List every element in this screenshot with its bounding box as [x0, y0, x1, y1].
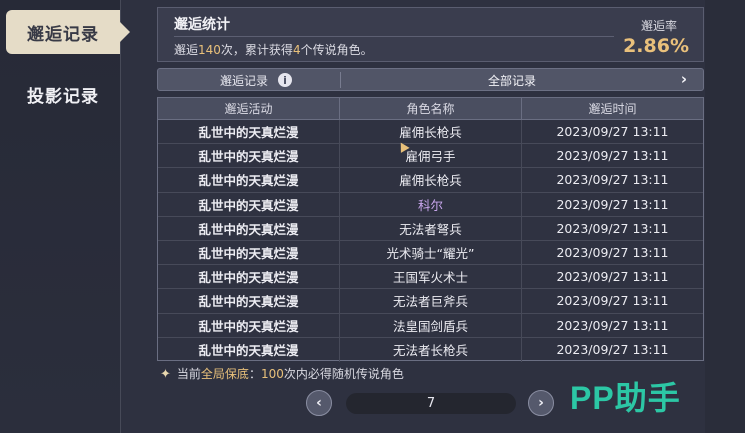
cell-encounter-time: 2023/09/27 13:11 [556, 124, 669, 140]
rate-label: 邂逅率 [640, 19, 677, 33]
chevron-left-icon: ‹ [316, 395, 322, 411]
tab-projection-records[interactable]: 投影记录 [6, 72, 120, 116]
table-row: 乱世中的天真烂漫 科尔 2023/09/27 13:11 [158, 192, 703, 217]
table-row: 乱世中的天真烂漫 雇佣弓手 2023/09/27 13:11 [158, 144, 703, 169]
left-panel-background [0, 0, 120, 433]
stats-divider [174, 36, 614, 37]
sidebar-divider [120, 0, 121, 433]
cell-activity: 乱世中的天真烂漫 [158, 120, 340, 144]
cell-character-name: 雇佣长枪兵 [340, 120, 522, 144]
note-colon: ： [248, 367, 261, 381]
sparkle-icon: ✦ [160, 367, 171, 382]
summary-mid: 次，累计获得 [220, 43, 293, 57]
stats-title: 邂逅统计 [174, 17, 230, 33]
cell-character-name: 法皇国剑盾兵 [340, 313, 522, 337]
tab-encounter-records[interactable]: 邂逅记录 [6, 10, 130, 54]
cell-activity: 乱世中的天真烂漫 [158, 313, 340, 337]
cell-encounter-time: 2023/09/27 13:11 [556, 342, 669, 358]
summary-suffix: 个传说角色。 [300, 43, 373, 57]
table-header-row: 邂逅活动 角色名称 邂逅时间 [158, 98, 703, 120]
cell-encounter-time: 2023/09/27 13:11 [556, 269, 669, 285]
cell-character-name: 无法者长枪兵 [340, 337, 522, 362]
cell-activity: 乱世中的天真烂漫 [158, 265, 340, 289]
cell-activity: 乱世中的天真烂漫 [158, 144, 340, 168]
page-number-field[interactable]: 7 [346, 393, 516, 414]
table-row: 乱世中的天真烂漫 无法者巨斧兵 2023/09/27 13:11 [158, 289, 703, 314]
guarantee-note: ✦ 当前全局保底：100次内必得随机传说角色 [160, 365, 404, 382]
table-row: 乱世中的天真烂漫 雇佣长枪兵 2023/09/27 13:11 [158, 120, 703, 145]
cell-character-name: 王国军火术士 [340, 265, 522, 289]
cell-encounter-time: 2023/09/27 13:11 [556, 293, 669, 309]
cell-character-name: 光术骑士“耀光” [340, 240, 522, 265]
cell-activity: 乱世中的天真烂漫 [158, 168, 340, 192]
cell-activity: 乱世中的天真烂漫 [158, 192, 340, 216]
cell-activity: 乱世中的天真烂漫 [158, 216, 340, 240]
table-row: 乱世中的天真烂漫 王国军火术士 2023/09/27 13:11 [158, 265, 703, 290]
note-highlight-count: 100 [260, 367, 284, 381]
chevron-right-icon[interactable]: › [681, 70, 687, 88]
cell-encounter-time: 2023/09/27 13:11 [556, 317, 669, 333]
next-page-button[interactable]: › [528, 390, 554, 416]
legend-count: 4 [292, 43, 301, 57]
encounter-count: 140 [198, 43, 221, 57]
cell-character-name: 雇佣弓手 [340, 144, 522, 168]
rate-value: 2.86% [623, 35, 689, 57]
encounter-stats-panel: 邂逅统计 邂逅140次，累计获得4个传说角色。 邂逅率 2.86% [157, 7, 704, 62]
table-row: 乱世中的天真烂漫 无法者弩兵 2023/09/27 13:11 [158, 216, 703, 241]
cell-activity: 乱世中的天真烂漫 [158, 240, 340, 265]
table-body: 乱世中的天真烂漫 雇佣长枪兵 2023/09/27 13:11 乱世中的天真烂漫 雇佣弓… [158, 120, 703, 362]
filter-value[interactable]: 全部记录 [488, 72, 536, 89]
table-row: 乱世中的天真烂漫 无法者长枪兵 2023/09/27 13:11 [158, 337, 703, 362]
table-row: 乱世中的天真烂漫 法皇国剑盾兵 2023/09/27 13:11 [158, 313, 703, 338]
record-filter-bar[interactable]: 邂逅记录 i 全部记录 › [157, 68, 704, 91]
header-activity: 邂逅活动 [158, 98, 340, 119]
right-panel-background [705, 0, 745, 433]
tab-encounter-label: 邂逅记录 [27, 24, 99, 45]
cell-character-name: 雇佣长枪兵 [340, 168, 522, 192]
cell-encounter-time: 2023/09/27 13:11 [556, 220, 669, 236]
note-highlight-global: 全局保底 [200, 367, 249, 381]
cell-character-name: 无法者巨斧兵 [340, 289, 522, 313]
records-table: 邂逅活动 角色名称 邂逅时间 乱世中的天真烂漫 雇佣长枪兵 2023/09/27 1… [157, 97, 704, 362]
cell-character-name: 科尔 [340, 192, 522, 216]
header-encounter-time: 邂逅时间 [588, 102, 637, 116]
info-icon[interactable]: i [278, 73, 292, 87]
table-row: 乱世中的天真烂漫 雇佣长枪兵 2023/09/27 13:11 [158, 168, 703, 193]
tab-projection-label: 投影记录 [27, 86, 99, 107]
summary-prefix: 邂逅 [174, 43, 199, 57]
cell-encounter-time: 2023/09/27 13:11 [556, 245, 669, 261]
note-suffix: 次内必得随机传说角色 [283, 367, 404, 381]
cell-character-name: 无法者弩兵 [340, 216, 522, 240]
cell-encounter-time: 2023/09/27 13:11 [556, 172, 669, 188]
note-prefix: 当前 [176, 367, 201, 381]
cell-activity: 乱世中的天真烂漫 [158, 337, 340, 362]
chevron-right-icon: › [538, 395, 544, 411]
cell-activity: 乱世中的天真烂漫 [158, 289, 340, 313]
header-character-name: 角色名称 [340, 98, 522, 119]
watermark-logo: PP助手 [570, 380, 681, 416]
cell-encounter-time: 2023/09/27 13:11 [556, 196, 669, 212]
filter-label: 邂逅记录 [220, 74, 269, 88]
cell-encounter-time: 2023/09/27 13:11 [556, 148, 669, 164]
prev-page-button[interactable]: ‹ [306, 390, 332, 416]
table-row: 乱世中的天真烂漫 光术骑士“耀光” 2023/09/27 13:11 [158, 240, 703, 266]
stats-summary: 邂逅140次，累计获得4个传说角色。 [174, 41, 373, 58]
filter-divider [340, 72, 341, 88]
